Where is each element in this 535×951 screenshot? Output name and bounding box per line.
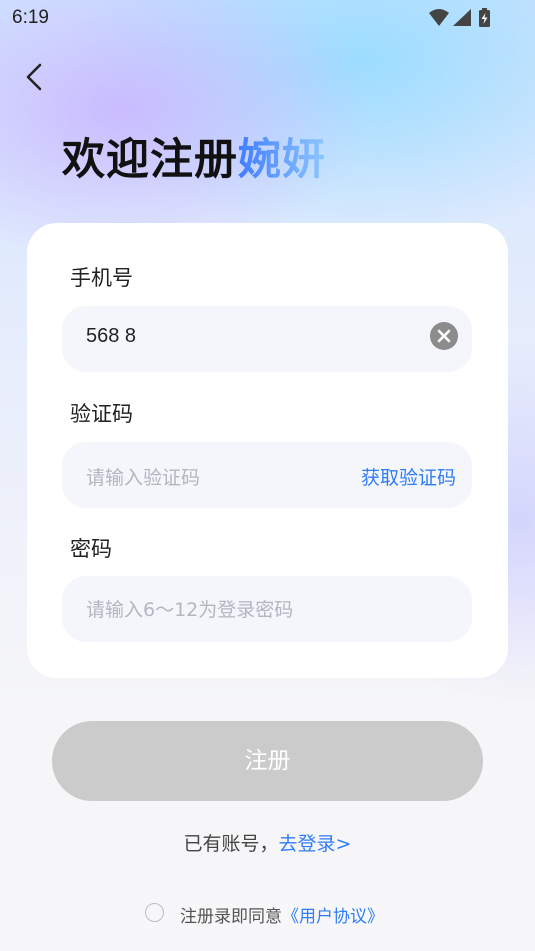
code-input-placeholder[interactable]: 请输入验证码 [86, 463, 200, 490]
register-button[interactable]: 注册 [52, 721, 483, 801]
status-icons [429, 8, 490, 27]
password-input-placeholder[interactable]: 请输入6～12为登录密码 [86, 595, 293, 622]
phone-input-value[interactable]: 568 8 [86, 325, 136, 348]
agreement-text-wrap: 注册录即同意《用户协议》 [180, 902, 384, 927]
login-prompt: 已有账号，去登录> [0, 829, 535, 856]
login-prompt-text: 已有账号， [183, 833, 279, 855]
status-bar: 6:19 [0, 0, 535, 36]
signal-icon [453, 9, 471, 26]
title-main: 欢迎注册 [62, 135, 238, 185]
password-label: 密码 [70, 537, 112, 561]
page-title: 欢迎注册婉妍 [62, 125, 326, 185]
clear-icon [430, 322, 458, 350]
user-agreement-link[interactable]: 《用户协议》 [282, 907, 384, 927]
back-button[interactable] [18, 60, 54, 96]
chevron-left-icon [26, 63, 42, 91]
wifi-icon [429, 9, 449, 26]
status-time: 6:19 [12, 7, 49, 28]
code-field[interactable]: 请输入验证码 获取验证码 [62, 442, 472, 508]
clear-phone-button[interactable] [429, 321, 459, 351]
code-label: 验证码 [70, 402, 133, 426]
agreement-checkbox[interactable] [145, 903, 164, 922]
battery-charging-icon [479, 8, 490, 27]
agreement-text: 注册录即同意 [180, 907, 282, 927]
phone-label: 手机号 [70, 266, 133, 290]
title-brand: 婉妍 [238, 135, 326, 185]
phone-field[interactable]: 568 8 [62, 306, 472, 372]
go-login-link[interactable]: 去登录> [279, 833, 352, 855]
password-field[interactable]: 请输入6～12为登录密码 [62, 576, 472, 642]
get-code-button[interactable]: 获取验证码 [361, 463, 456, 490]
